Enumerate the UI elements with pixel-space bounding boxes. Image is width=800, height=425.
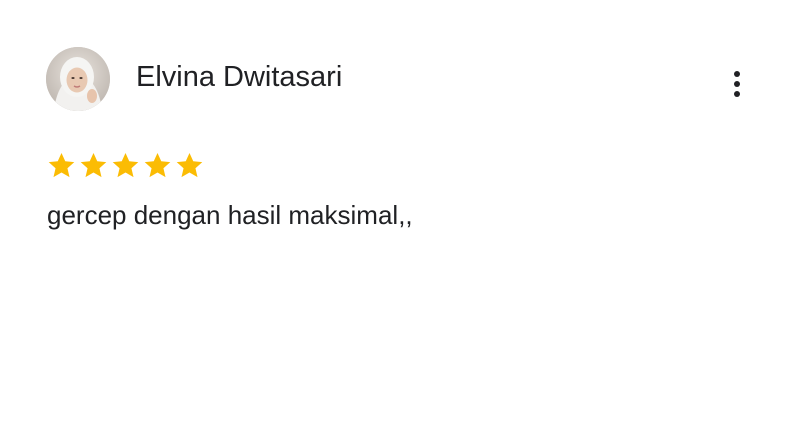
star-icon xyxy=(48,152,75,177)
review-text: gercep dengan hasil maksimal,, xyxy=(47,200,413,230)
star-icon xyxy=(176,152,203,177)
star-icon xyxy=(144,152,171,177)
avatar-photo xyxy=(46,47,110,111)
reviewer-name[interactable]: Elvina Dwitasari xyxy=(136,58,342,96)
more-options-button[interactable] xyxy=(720,66,754,102)
star-icon xyxy=(112,152,139,177)
review-card: Elvina Dwitasari gercep dengan hasil mak… xyxy=(0,0,800,425)
star-rating xyxy=(46,148,205,182)
avatar[interactable] xyxy=(46,47,110,111)
more-vert-icon xyxy=(734,71,740,97)
star-icon xyxy=(80,152,107,177)
